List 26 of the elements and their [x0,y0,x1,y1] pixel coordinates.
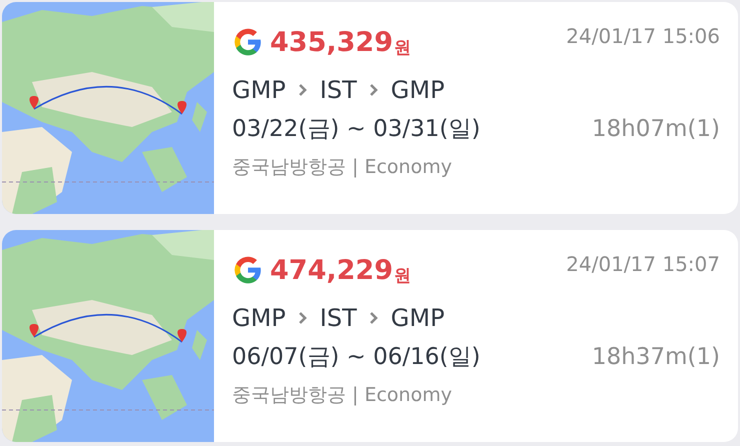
currency: 원 [394,40,411,56]
airline-cabin: 중국남방항공 | Economy [232,382,453,408]
chevron-right-icon [368,83,379,97]
airport-code: IST [320,303,357,334]
airport-code: IST [320,75,357,106]
price: 435,329 [270,28,393,56]
result-card[interactable]: 474,229 원 24/01/17 15:07 GMP IST GMP 06/07(금) ~ 06/16(일) 18h37m(1) 중국남방항공 | Economy [2,230,738,442]
logo-icon [232,254,264,286]
chevron-right-icon [298,311,308,325]
airport-code: GMP [390,75,445,106]
flight-duration: 18h37m(1) [592,343,720,372]
chevron-right-icon [298,83,308,97]
result-card[interactable]: 435,329 원 24/01/17 15:06 GMP IST GMP 03/22(금) ~ 03/31(일) 18h07m(1) 중국남방항공 | Economy [2,2,738,214]
airport-code: GMP [390,303,445,334]
logo-icon [232,26,264,58]
travel-dates: 03/22(금) ~ 03/31(일) [232,115,480,144]
timestamp: 24/01/17 15:06 [566,26,720,46]
currency: 원 [394,268,411,284]
chevron-right-icon [368,311,379,325]
price: 474,229 [270,256,393,284]
timestamp: 24/01/17 15:07 [566,254,720,274]
airport-code: GMP [232,303,286,334]
airport-code: GMP [232,75,286,106]
airline-cabin: 중국남방항공 | Economy [232,154,453,180]
flight-duration: 18h07m(1) [592,115,720,144]
travel-dates: 06/07(금) ~ 06/16(일) [232,343,480,372]
